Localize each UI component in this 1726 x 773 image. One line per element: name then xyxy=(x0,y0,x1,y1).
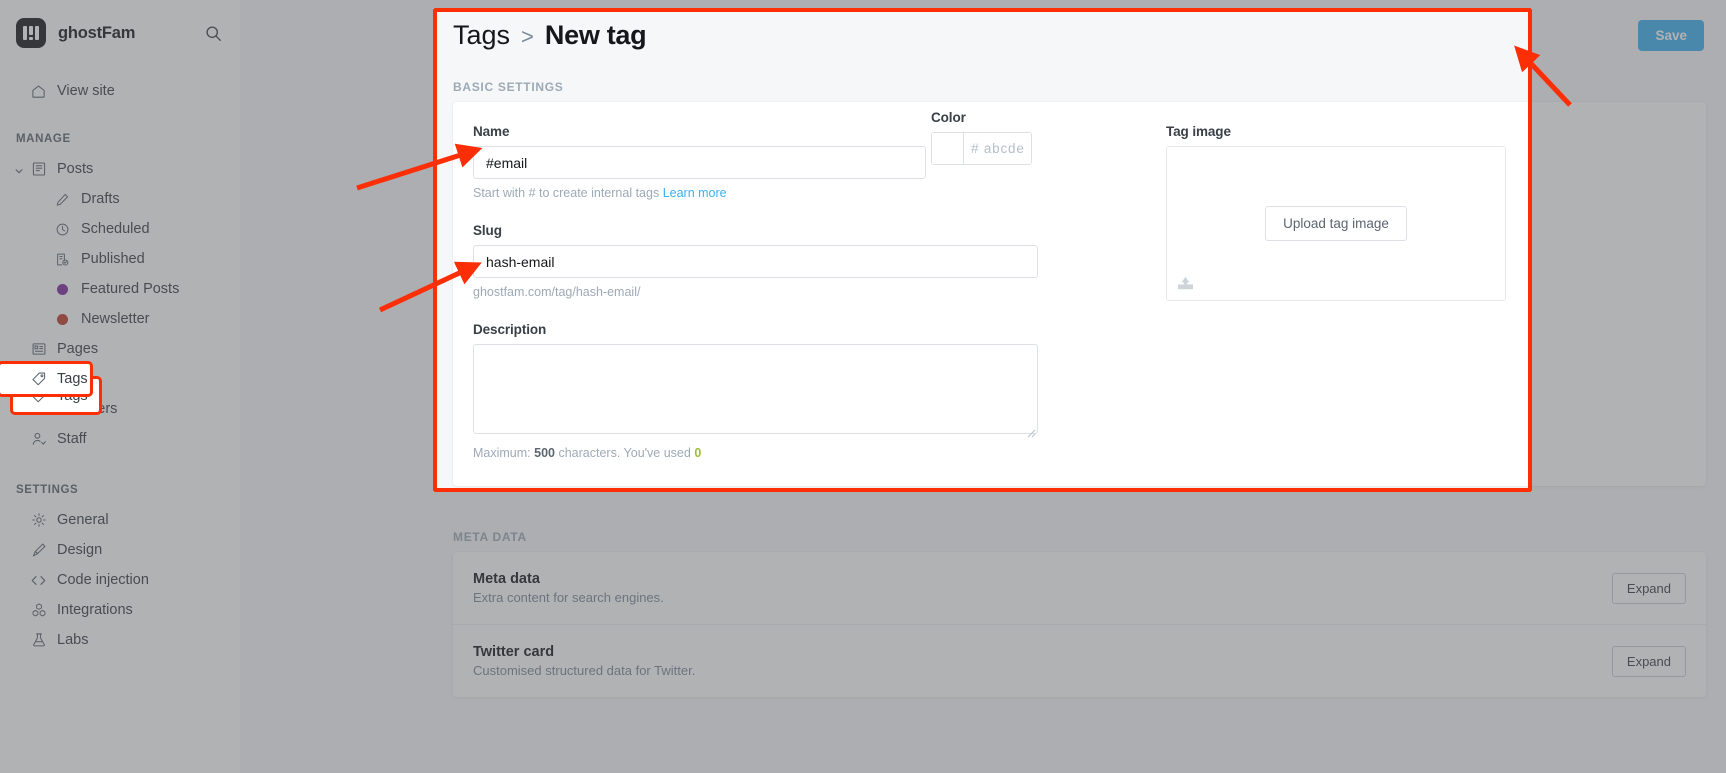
counter-used: 0 xyxy=(694,446,702,460)
published-icon xyxy=(54,251,71,268)
pages-icon xyxy=(30,341,47,358)
tag-image-dropzone[interactable]: Upload tag image xyxy=(1166,146,1506,301)
sidebar-item-newsletter[interactable]: Newsletter xyxy=(0,304,240,334)
counter-max: 500 xyxy=(534,446,555,460)
clock-icon xyxy=(54,221,71,238)
sidebar-item-label: Published xyxy=(81,250,145,267)
sidebar: ghostFam View site MANAGE Posts Drafts S… xyxy=(0,0,240,773)
upload-tag-image-button[interactable]: Upload tag image xyxy=(1265,206,1407,241)
learn-more-link[interactable]: Learn more xyxy=(663,186,727,200)
color-swatch[interactable] xyxy=(932,133,964,164)
twitter-card-row: Twitter card Customised structured data … xyxy=(453,625,1706,697)
sidebar-item-featured-posts[interactable]: Featured Posts xyxy=(0,274,240,304)
page-title: New tag xyxy=(544,20,647,50)
name-helper-label: Start with # to create internal tags xyxy=(473,186,660,200)
sidebar-item-published[interactable]: Published xyxy=(0,244,240,274)
sidebar-item-labs[interactable]: Labs xyxy=(0,625,240,655)
sidebar-item-label: Code injection xyxy=(57,571,149,588)
basic-settings-left-column: Name Start with # to create internal tag… xyxy=(473,124,1038,460)
color-field[interactable] xyxy=(931,132,1032,165)
sidebar-item-drafts[interactable]: Drafts xyxy=(0,184,240,214)
description-char-counter: Maximum: 500 characters. You've used 0 xyxy=(473,446,1038,460)
sidebar-item-label: Labs xyxy=(57,631,89,648)
meta-data-row: Meta data Extra content for search engin… xyxy=(453,552,1706,625)
sidebar-item-view-site[interactable]: View site xyxy=(0,76,240,106)
sidebar-item-code-injection[interactable]: Code injection xyxy=(0,565,240,595)
sidebar-item-label: Featured Posts xyxy=(81,280,180,297)
sidebar-item-label: Tags xyxy=(57,370,88,387)
description-field-block: Description Maximum: 500 characters. You… xyxy=(473,322,1038,460)
flask-icon xyxy=(30,632,47,649)
color-label: Color xyxy=(931,110,966,125)
sidebar-item-design[interactable]: Design xyxy=(0,535,240,565)
chevron-down-icon xyxy=(14,164,24,174)
meta-row-subtitle: Customised structured data for Twitter. xyxy=(473,663,696,678)
site-title: ghostFam xyxy=(58,23,136,42)
sidebar-item-label: Integrations xyxy=(57,601,133,618)
search-icon[interactable] xyxy=(202,22,224,44)
sidebar-item-label: Staff xyxy=(57,430,87,447)
sidebar-item-label: General xyxy=(57,511,109,528)
counter-middle: characters. You've used xyxy=(558,446,691,460)
sidebar-item-pages[interactable]: Pages xyxy=(0,334,240,364)
meta-row-title: Twitter card xyxy=(473,644,555,660)
tag-image-column: Tag image Upload tag image xyxy=(1166,124,1506,460)
sidebar-item-label: View site xyxy=(57,82,115,99)
breadcrumb-tags-link[interactable]: Tags xyxy=(453,20,510,51)
dot-icon xyxy=(54,281,71,298)
slug-label: Slug xyxy=(473,223,502,238)
slug-field-block: Slug ghostfam.com/tag/hash-email/ xyxy=(473,223,1038,299)
sidebar-item-label: Posts xyxy=(57,160,94,177)
counter-prefix: Maximum: xyxy=(473,446,531,460)
posts-icon xyxy=(30,161,47,178)
tag-icon xyxy=(30,371,47,388)
pencil-icon xyxy=(54,191,71,208)
sidebar-header: ghostFam xyxy=(0,0,240,66)
gear-icon xyxy=(30,512,47,529)
name-helper-text: Start with # to create internal tags Lea… xyxy=(473,186,1038,200)
meta-data-card: Meta data Extra content for search engin… xyxy=(453,552,1706,697)
meta-data-label: META DATA xyxy=(453,530,527,544)
sidebar-item-integrations[interactable]: Integrations xyxy=(0,595,240,625)
color-field-block: Color xyxy=(931,110,1032,165)
basic-settings-card: Name Start with # to create internal tag… xyxy=(453,102,1706,486)
staff-icon xyxy=(30,431,47,448)
sidebar-item-label: Design xyxy=(57,541,103,558)
description-textarea[interactable] xyxy=(473,344,1038,434)
app-root: ghostFam View site MANAGE Posts Drafts S… xyxy=(0,0,1726,773)
image-placeholder-icon xyxy=(1178,276,1193,290)
breadcrumb: Tags > New tag xyxy=(433,10,1726,66)
tag-editor: Tags > New tag Save BASIC SETTINGS Name xyxy=(433,0,1726,697)
color-input[interactable] xyxy=(964,133,1031,164)
breadcrumb-separator-icon: > xyxy=(521,24,534,49)
description-label: Description xyxy=(473,322,547,337)
sidebar-item-tags[interactable]: Tags xyxy=(0,361,93,397)
slug-input[interactable] xyxy=(473,245,1038,278)
sidebar-section-manage: MANAGE xyxy=(16,133,71,145)
sidebar-item-label: Pages xyxy=(57,340,99,357)
meta-row-subtitle: Extra content for search engines. xyxy=(473,590,664,605)
ghost-logo-icon[interactable] xyxy=(16,18,46,48)
home-icon xyxy=(30,83,47,100)
meta-row-title: Meta data xyxy=(473,571,540,587)
tag-image-label: Tag image xyxy=(1166,124,1231,139)
dot-icon xyxy=(54,311,71,328)
sidebar-section-settings: SETTINGS xyxy=(16,484,79,496)
integrations-icon xyxy=(30,602,47,619)
sidebar-item-posts[interactable]: Posts xyxy=(0,154,240,184)
brush-icon xyxy=(30,542,47,559)
sidebar-item-label: Newsletter xyxy=(81,310,150,327)
sidebar-item-label: Drafts xyxy=(81,190,120,207)
sidebar-item-general[interactable]: General xyxy=(0,505,240,535)
code-icon xyxy=(30,572,47,589)
sidebar-item-label: Scheduled xyxy=(81,220,150,237)
save-button[interactable]: Save xyxy=(1638,20,1704,51)
name-input[interactable] xyxy=(473,146,926,179)
slug-url-preview: ghostfam.com/tag/hash-email/ xyxy=(473,285,641,299)
sidebar-item-staff[interactable]: Staff xyxy=(0,424,240,454)
sidebar-item-scheduled[interactable]: Scheduled xyxy=(0,214,240,244)
basic-settings-label: BASIC SETTINGS xyxy=(453,80,564,94)
expand-meta-data-button[interactable]: Expand xyxy=(1611,572,1686,604)
expand-twitter-card-button[interactable]: Expand xyxy=(1611,645,1686,677)
